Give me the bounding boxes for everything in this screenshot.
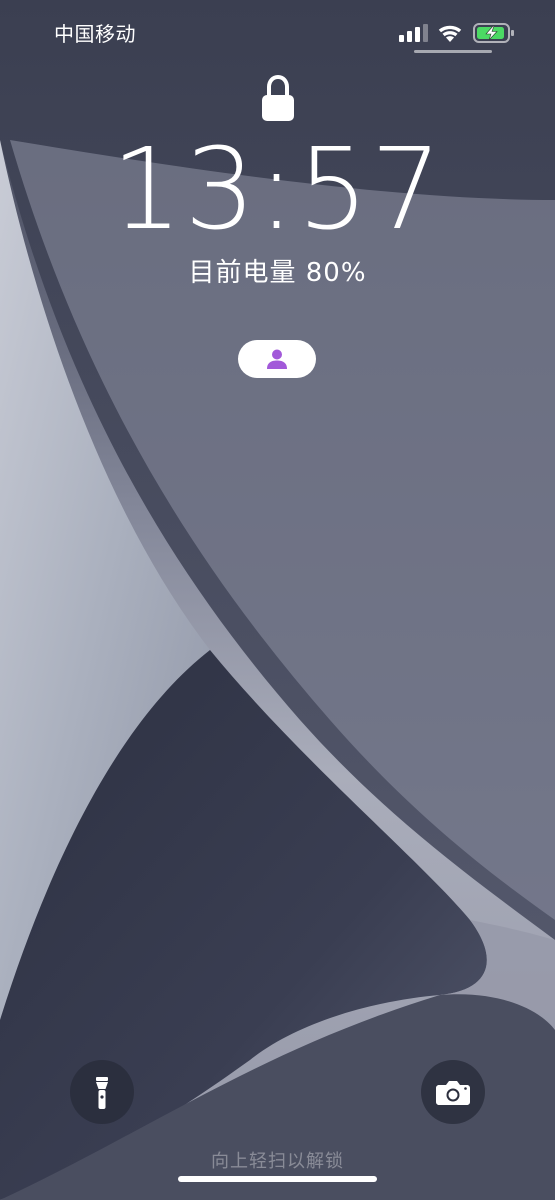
camera-button[interactable] xyxy=(421,1060,485,1124)
battery-icon xyxy=(473,23,514,43)
swipe-up-hint: 向上轻扫以解锁 xyxy=(211,1151,344,1172)
flashlight-button[interactable] xyxy=(70,1060,134,1124)
flashlight-icon xyxy=(96,1077,108,1109)
status-bar: 中国移动 xyxy=(0,0,555,70)
cellular-signal-icon xyxy=(399,24,428,42)
lock-icon xyxy=(262,74,294,121)
status-indicator-line xyxy=(414,50,492,53)
camera-icon xyxy=(436,1081,470,1105)
person-icon xyxy=(267,349,287,369)
wifi-icon xyxy=(438,25,462,42)
battery-status-text: 目前电量 80% xyxy=(188,258,367,288)
lock-screen: 中国移动 13:57 目前电量 80% 向上轻扫以解锁 xyxy=(0,0,555,1200)
clock-time: 13:57 xyxy=(111,125,444,255)
carrier-name: 中国移动 xyxy=(54,22,136,46)
owner-info-button[interactable] xyxy=(238,340,316,378)
home-indicator[interactable] xyxy=(178,1176,377,1182)
